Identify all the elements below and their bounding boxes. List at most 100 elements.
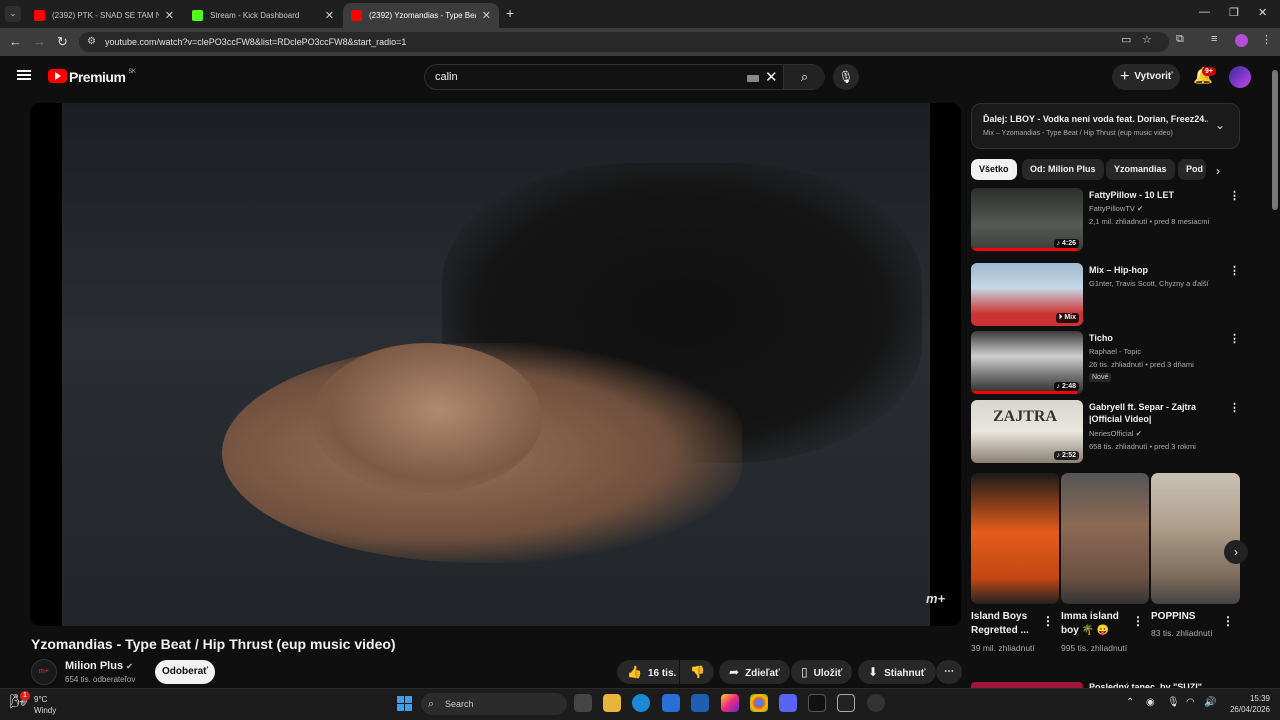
app-icon[interactable] [867,694,885,712]
youtube-premium-logo[interactable]: Premium SK [69,69,136,85]
recommendation-title[interactable]: FattyPillow - 10 LET [1089,189,1219,201]
short-thumbnail[interactable] [1151,473,1240,604]
task-view-icon[interactable] [574,694,592,712]
more-options-icon[interactable]: ⋮ [1132,614,1144,628]
channel-watermark[interactable]: m+ [926,591,945,606]
browser-tab[interactable]: (2392) PTK - SNAD SE TAM NEP ✕ [26,3,182,28]
short-thumbnail[interactable] [1061,473,1149,604]
forward-icon[interactable]: → [33,34,46,50]
app-icon[interactable] [808,694,826,712]
chrome-icon[interactable] [750,694,768,712]
reload-icon[interactable]: ↻ [57,34,68,50]
more-options-icon[interactable]: ⋮ [1042,614,1054,628]
microphone-tray-icon[interactable]: 🎙 [1167,697,1180,708]
more-options-icon[interactable]: ⋮ [1229,189,1240,202]
address-bar[interactable]: ⚙ youtube.com/watch?v=clePO3ccFW8&list=R… [79,32,1169,52]
recommendation-channel[interactable]: Raphael - Topic [1089,347,1141,356]
chevron-right-icon[interactable]: › [1216,164,1220,178]
search-box[interactable]: calin ✕ ⌕ [424,64,825,90]
recommendation-item[interactable]: ZAJTRA ♪ 2:52 Gabryell ft. Separ - Zajtr… [971,400,1261,464]
chevron-right-icon[interactable]: › [1224,540,1248,564]
browser-menu-icon[interactable]: ⋮ [1261,33,1272,46]
short-title[interactable]: POPPINS [1151,610,1221,624]
wifi-icon[interactable]: ◠ [1186,697,1195,708]
maximize-icon[interactable]: ❐ [1229,6,1239,19]
channel-avatar[interactable]: m+ [31,659,57,685]
browser-tab-active[interactable]: (2392) Yzomandias - Type Beat ✕ [343,3,499,28]
like-button[interactable]: 👍 16 tis. [617,660,679,684]
recommendation-item[interactable]: ♪ 4:26 FattyPillow - 10 LET FattyPillowT… [971,188,1261,252]
recommendation-title[interactable]: Mix – Hip-hop [1089,264,1219,276]
youtube-logo-icon[interactable] [48,69,67,83]
video-thumbnail[interactable]: ♪ 2:48 [971,331,1083,394]
recommendation-item[interactable]: ⏵ Mix Mix – Hip-hop G1nter, Travis Scott… [971,263,1261,327]
menu-icon[interactable] [17,70,31,80]
search-input[interactable]: calin [435,71,458,83]
close-tab-icon[interactable]: ✕ [325,9,334,22]
short-title[interactable]: Imma island boy 🌴 😛 [1061,610,1131,638]
recommendation-item[interactable]: ♪ 2:48 Ticho Raphael - Topic 26 tis. zhl… [971,331,1261,395]
account-avatar[interactable] [1229,66,1251,88]
clear-search-icon[interactable]: ✕ [765,68,778,86]
chip-more[interactable]: Pod [1178,159,1206,180]
video-player[interactable]: m+ [30,103,961,626]
ubisoft-icon[interactable] [837,694,855,712]
system-clock[interactable]: 15:39 26/04/2026 [1222,693,1270,715]
chip-yzomandias[interactable]: Yzomandias [1106,159,1175,180]
minimize-icon[interactable]: — [1199,6,1210,18]
more-options-icon[interactable]: ⋮ [1229,332,1240,345]
new-tab-button[interactable]: + [506,5,514,21]
more-options-icon[interactable]: ⋮ [1229,401,1240,414]
download-button[interactable]: ⬇ Stiahnuť [858,660,936,684]
close-tab-icon[interactable]: ✕ [482,9,491,22]
video-thumbnail[interactable]: ZAJTRA ♪ 2:52 [971,400,1083,463]
close-window-icon[interactable]: ✕ [1258,6,1267,19]
extensions-icon[interactable]: ⧉ [1176,33,1184,46]
weather-widget[interactable]: 9°C Windy [34,694,56,716]
outlook-icon[interactable] [662,694,680,712]
playlist-up-next[interactable]: Ďalej: LBOY - Vodka není voda feat. Dori… [971,103,1240,149]
volume-icon[interactable]: 🔊 [1204,697,1216,708]
short-title[interactable]: Island Boys Regretted ... [971,610,1041,638]
instagram-icon[interactable] [721,694,739,712]
more-options-icon[interactable]: ⋮ [1222,614,1234,628]
cast-icon[interactable]: ▭ [1121,33,1131,46]
voice-search-icon[interactable]: 🎙 [833,64,859,90]
chip-all[interactable]: Všetko [971,159,1017,180]
tab-search-menu[interactable]: ⌄ [5,6,21,22]
more-actions-icon[interactable]: ⋯ [936,660,962,684]
create-button[interactable]: + Vytvoriť [1112,64,1180,90]
tray-chevron-icon[interactable]: ⌃ [1126,697,1134,708]
windows-start-icon[interactable] [397,696,412,711]
network-tray-icon[interactable]: ◉ [1146,697,1155,708]
channel-name[interactable]: Milion Plus ✔ [65,660,133,672]
keyboard-icon[interactable] [747,75,759,82]
save-button[interactable]: ▯ Uložiť [791,660,853,684]
search-icon[interactable]: ⌕ [783,65,825,89]
more-options-icon[interactable]: ⋮ [1229,264,1240,277]
recommendation-title[interactable]: Gabryell ft. Separ - Zajtra |Official Vi… [1089,401,1219,425]
subscribe-button[interactable]: Odoberať [155,660,215,684]
edge-icon[interactable] [632,694,650,712]
browser-profile-icon[interactable] [1235,34,1248,47]
page-scrollbar[interactable] [1270,56,1280,688]
video-thumbnail[interactable]: ♪ 4:26 [971,188,1083,251]
mix-thumbnail[interactable]: ⏵ Mix [971,263,1083,326]
recommendation-channel[interactable]: FattyPillowTV ✔ [1089,204,1143,213]
site-info-icon[interactable]: ⚙ [87,32,96,52]
share-button[interactable]: ➦ Zdieľať [719,660,790,684]
close-tab-icon[interactable]: ✕ [165,9,174,22]
back-icon[interactable]: ← [9,34,22,50]
taskbar-search[interactable]: ⌕ Search [421,693,567,715]
short-thumbnail[interactable] [971,473,1059,604]
chevron-down-icon[interactable]: ⌄ [1215,118,1225,132]
discord-icon[interactable] [779,694,797,712]
next-title-peek[interactable]: Posledný tanec. by "SUZI" [1089,681,1202,688]
reading-list-icon[interactable]: ≡ [1211,33,1217,45]
store-icon[interactable] [691,694,709,712]
dislike-button[interactable]: 👎 [680,660,714,684]
file-explorer-icon[interactable] [603,694,621,712]
recommendation-channel[interactable]: G1nter, Travis Scott, Chyzny a ďalší [1089,279,1209,288]
bookmark-star-icon[interactable]: ☆ [1142,33,1152,46]
browser-tab[interactable]: Stream - Kick Dashboard ✕ [184,3,342,28]
